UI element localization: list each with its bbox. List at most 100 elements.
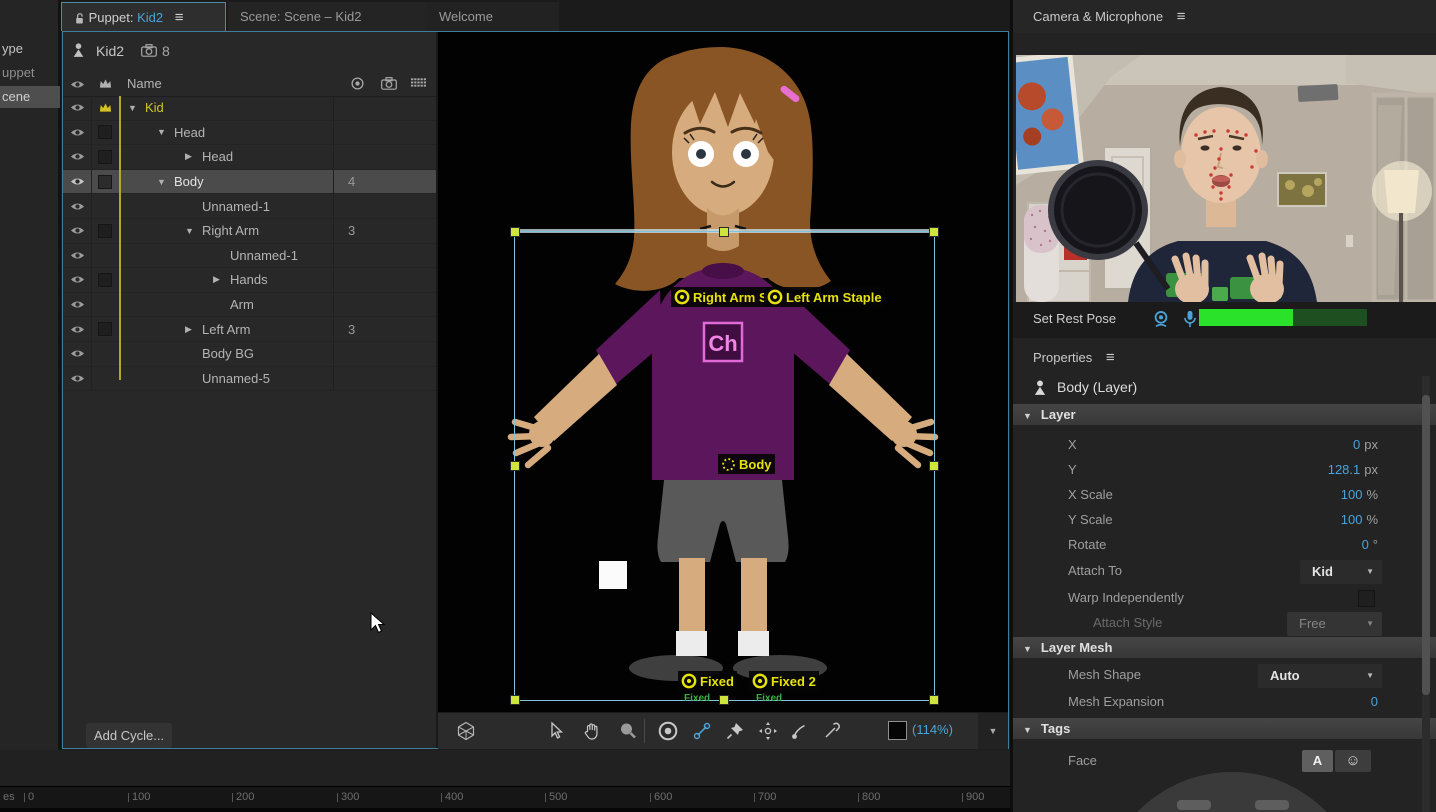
eye-icon[interactable] (63, 292, 92, 317)
rail-item-scene[interactable]: cene (0, 86, 60, 108)
attach-to-dropdown[interactable]: Kid ▼ (1300, 560, 1382, 584)
tab-puppet[interactable]: Puppet: Kid2 ≡ (61, 2, 226, 31)
mic-input-icon[interactable] (1183, 310, 1197, 328)
selection-handle-sw[interactable] (510, 695, 520, 705)
eye-icon[interactable] (63, 218, 92, 243)
eye-icon[interactable] (63, 243, 92, 268)
properties-menu-icon[interactable]: ≡ (1106, 349, 1115, 366)
set-rest-pose-button[interactable]: Set Rest Pose (1033, 311, 1116, 326)
crown-icon[interactable] (92, 96, 118, 120)
attach-style-dropdown[interactable]: Free ▼ (1287, 612, 1382, 636)
eye-icon[interactable] (63, 268, 92, 292)
fixed-handle-2[interactable]: Fixed 2 (749, 671, 819, 691)
expander[interactable]: ▶ (185, 324, 202, 335)
select-tool-icon[interactable] (546, 721, 566, 741)
selection-handle-nw[interactable] (510, 227, 520, 237)
record-column-icon[interactable] (351, 77, 364, 90)
selection-handle-n[interactable] (719, 227, 729, 237)
prop-row-mesh-expansion: Mesh Expansion 0 (1013, 689, 1436, 714)
eye-icon[interactable] (63, 194, 92, 218)
layer-label: Head (202, 149, 234, 165)
face-smiley-tag-button[interactable]: ☺ (1335, 750, 1371, 772)
eye-icon[interactable] (63, 145, 92, 169)
mesh-column-icon[interactable] (411, 78, 426, 89)
pin-tool-icon[interactable] (725, 721, 745, 741)
prop-unit: % (1366, 512, 1378, 527)
prop-label: X (1068, 437, 1077, 452)
eye-icon[interactable] (63, 317, 92, 341)
camera-input-icon[interactable] (1152, 310, 1170, 328)
puppet-icon (72, 43, 85, 58)
prop-value[interactable]: 0 (1353, 437, 1360, 452)
tag-box[interactable] (92, 219, 118, 243)
attach-tool-icon[interactable] (822, 721, 842, 741)
tag-box[interactable] (92, 268, 118, 292)
eye-icon[interactable] (63, 169, 92, 194)
selection-handle-w[interactable] (510, 461, 520, 471)
expander[interactable]: ▶ (213, 274, 230, 285)
layer-count (333, 120, 436, 145)
body-handle[interactable]: Body (718, 454, 775, 474)
hand-tool-icon[interactable] (582, 721, 602, 741)
zoom-dropdown[interactable]: ▼ (978, 713, 1008, 749)
right-arm-staple[interactable]: Right Arm S (671, 287, 771, 307)
handle-tool-icon[interactable] (790, 721, 810, 741)
camera-column-icon[interactable] (381, 77, 397, 90)
eye-icon[interactable] (63, 120, 92, 145)
section-layer[interactable]: ▼ Layer (1013, 404, 1436, 425)
expander[interactable]: ▼ (157, 127, 174, 137)
project-rail: ype uppet cene (0, 0, 61, 750)
tag-box[interactable] (92, 121, 118, 145)
tag-box[interactable] (92, 145, 118, 169)
warp-independently-checkbox[interactable] (1358, 590, 1375, 607)
rail-item-type[interactable]: ype (0, 38, 60, 60)
prop-value[interactable]: 100 (1341, 512, 1363, 527)
layer-label: Unnamed-5 (202, 370, 270, 386)
dragger-tool-icon[interactable] (758, 721, 778, 741)
eye-icon[interactable] (63, 96, 92, 120)
panel-menu-icon[interactable]: ≡ (175, 9, 184, 26)
selection-handle-s[interactable] (719, 695, 729, 705)
rail-item-puppet[interactable]: uppet (0, 62, 60, 84)
zoom-level[interactable]: (114%) (912, 722, 953, 737)
unlock-icon (74, 12, 85, 25)
snapshot-count: 8 (162, 43, 170, 59)
layer-count (333, 366, 436, 391)
timeline-ruler[interactable]: es 0 100 200 300 400 500 600 700 800 900 (0, 786, 1010, 809)
prop-value[interactable]: 128.1 (1328, 462, 1361, 477)
properties-scrollbar-thumb[interactable] (1422, 395, 1430, 695)
background-color-swatch[interactable] (888, 721, 907, 740)
section-layer-mesh[interactable]: ▼ Layer Mesh (1013, 637, 1436, 658)
expander[interactable]: ▼ (185, 226, 202, 236)
left-arm-staple[interactable]: Left Arm Staple (764, 287, 885, 307)
right-panel: Camera & Microphone ≡ Set Rest Pose Prop… (1013, 0, 1436, 812)
expander[interactable]: ▼ (128, 103, 145, 113)
tag-box[interactable] (92, 317, 118, 341)
mesh-shape-dropdown[interactable]: Auto ▼ (1258, 664, 1382, 688)
prop-value[interactable]: 0 (1362, 537, 1369, 552)
camera-mic-menu-icon[interactable]: ≡ (1177, 8, 1186, 25)
tag-box[interactable] (92, 170, 118, 194)
fixed-handle-1[interactable]: Fixed (678, 671, 737, 691)
eye-icon[interactable] (63, 341, 92, 366)
snapshot-camera-icon[interactable] (141, 44, 157, 57)
selection-handle-ne[interactable] (929, 227, 939, 237)
zoom-tool-icon[interactable] (618, 721, 638, 741)
add-cycle-button[interactable]: Add Cycle... (86, 723, 172, 748)
show-mesh-icon[interactable] (456, 721, 476, 741)
layer-count: 4 (333, 169, 436, 194)
stick-tool-icon[interactable] (692, 721, 712, 741)
expander[interactable]: ▼ (157, 177, 174, 187)
prop-value[interactable]: 0 (1371, 694, 1378, 709)
selection-handle-e[interactable] (929, 461, 939, 471)
tab-welcome[interactable]: Welcome (427, 2, 559, 31)
origin-tool-icon[interactable] (658, 721, 678, 741)
expander[interactable]: ▶ (185, 151, 202, 162)
prop-value[interactable]: 100 (1341, 487, 1363, 502)
eye-icon[interactable] (63, 366, 92, 391)
section-tags[interactable]: ▼ Tags (1013, 718, 1436, 739)
selection-handle-se[interactable] (929, 695, 939, 705)
face-text-tag-button[interactable]: A (1302, 750, 1333, 772)
puppet-canvas[interactable]: Ch Right Arm S Left Arm Staple Body Fixe… (438, 32, 1008, 712)
visibility-column-eye-icon[interactable] (70, 79, 85, 90)
